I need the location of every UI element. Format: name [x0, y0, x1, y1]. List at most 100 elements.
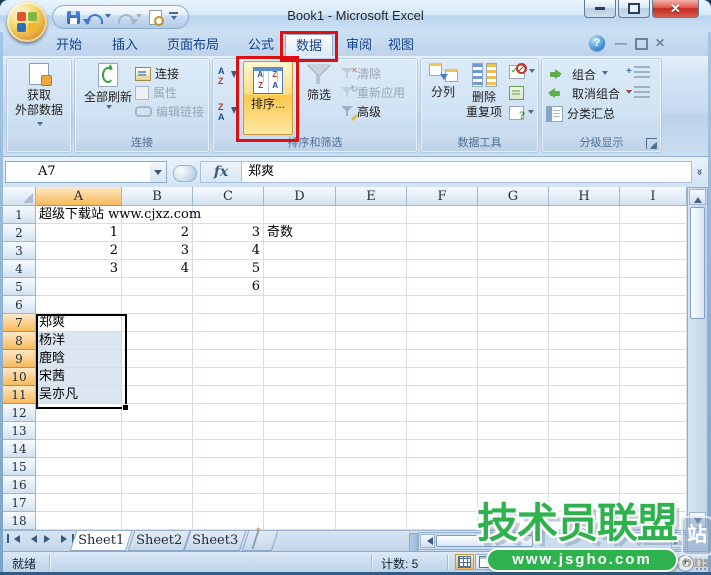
what-if-analysis-button[interactable]: [509, 106, 534, 120]
cell-H7[interactable]: [549, 314, 620, 332]
ungroup-button[interactable]: 取消组合: [543, 85, 632, 102]
cell-E10[interactable]: [336, 368, 407, 386]
text-to-columns-button[interactable]: 分列: [425, 63, 461, 100]
consolidate-button[interactable]: [509, 86, 524, 100]
row-header-8[interactable]: 8: [3, 332, 36, 350]
cell-A2[interactable]: 1: [36, 224, 122, 242]
column-header-I[interactable]: I: [620, 187, 687, 206]
cell-I3[interactable]: [620, 242, 687, 260]
cell-I1[interactable]: [620, 206, 687, 224]
cell-D7[interactable]: [264, 314, 336, 332]
cell-F7[interactable]: [407, 314, 478, 332]
cell-H9[interactable]: [549, 350, 620, 368]
cell-A3[interactable]: 2: [36, 242, 122, 260]
cell-F13[interactable]: [407, 422, 478, 440]
cell-E7[interactable]: [336, 314, 407, 332]
cell-C7[interactable]: [193, 314, 264, 332]
row-header-11[interactable]: 11: [3, 386, 36, 404]
cell-G10[interactable]: [478, 368, 549, 386]
cell-G5[interactable]: [478, 278, 549, 296]
filter-button[interactable]: 筛选: [299, 63, 339, 103]
cell-A5[interactable]: [36, 278, 122, 296]
close-button[interactable]: ✕: [652, 0, 699, 18]
cell-B18[interactable]: [122, 512, 193, 530]
column-header-B[interactable]: B: [122, 187, 193, 206]
formula-input[interactable]: 郑爽: [241, 161, 692, 183]
cell-B9[interactable]: [122, 350, 193, 368]
minimize-button[interactable]: [584, 0, 616, 18]
column-header-F[interactable]: F: [407, 187, 478, 206]
cell-B2[interactable]: 2: [122, 224, 193, 242]
cell-C8[interactable]: [193, 332, 264, 350]
cell-F12[interactable]: [407, 404, 478, 422]
column-header-E[interactable]: E: [336, 187, 407, 206]
cell-A4[interactable]: 3: [36, 260, 122, 278]
cell-A16[interactable]: [36, 476, 122, 494]
cell-B12[interactable]: [122, 404, 193, 422]
cell-B4[interactable]: 4: [122, 260, 193, 278]
workbook-close-icon[interactable]: ✕: [655, 36, 665, 50]
column-header-A[interactable]: A: [36, 187, 122, 206]
cell-A14[interactable]: [36, 440, 122, 458]
row-header-2[interactable]: 2: [3, 224, 36, 242]
cell-H2[interactable]: [549, 224, 620, 242]
cell-E15[interactable]: [336, 458, 407, 476]
row-header-12[interactable]: 12: [3, 404, 36, 422]
cell-C15[interactable]: [193, 458, 264, 476]
formula-bar-splitter[interactable]: [173, 165, 197, 182]
cell-F5[interactable]: [407, 278, 478, 296]
cell-A13[interactable]: [36, 422, 122, 440]
sort-ascending-button[interactable]: AZ: [218, 67, 237, 84]
cell-B16[interactable]: [122, 476, 193, 494]
help-icon[interactable]: ?: [589, 35, 605, 51]
cell-D8[interactable]: [264, 332, 336, 350]
cell-I10[interactable]: [620, 368, 687, 386]
cell-F4[interactable]: [407, 260, 478, 278]
cell-I7[interactable]: [620, 314, 687, 332]
customize-quick-access-icon[interactable]: [169, 12, 178, 23]
tab-视图[interactable]: 视图: [379, 34, 423, 56]
cell-G6[interactable]: [478, 296, 549, 314]
cell-E2[interactable]: [336, 224, 407, 242]
name-box[interactable]: A7: [5, 161, 151, 183]
row-header-14[interactable]: 14: [3, 440, 36, 458]
sheet-tab-Sheet1[interactable]: Sheet1: [70, 531, 132, 551]
cell-A1[interactable]: 超级下载站 www.cjxz.com: [36, 206, 122, 224]
cell-B7[interactable]: [122, 314, 193, 332]
cell-G13[interactable]: [478, 422, 549, 440]
sheet-tab-Sheet3[interactable]: Sheet3: [184, 531, 246, 551]
cell-B13[interactable]: [122, 422, 193, 440]
column-header-G[interactable]: G: [478, 187, 549, 206]
undo-button[interactable]: [87, 10, 111, 24]
dialog-launcher-icon[interactable]: [646, 138, 657, 149]
cell-F17[interactable]: [407, 494, 478, 512]
show-detail-button[interactable]: [634, 66, 650, 79]
cell-B6[interactable]: [122, 296, 193, 314]
cell-H3[interactable]: [549, 242, 620, 260]
cell-C9[interactable]: [193, 350, 264, 368]
row-header-4[interactable]: 4: [3, 260, 36, 278]
column-header-D[interactable]: D: [264, 187, 336, 206]
expand-formula-bar-icon[interactable]: »: [693, 161, 707, 183]
cell-G8[interactable]: [478, 332, 549, 350]
cell-I13[interactable]: [620, 422, 687, 440]
cell-G14[interactable]: [478, 440, 549, 458]
cell-I14[interactable]: [620, 440, 687, 458]
cell-F15[interactable]: [407, 458, 478, 476]
cell-F11[interactable]: [407, 386, 478, 404]
cell-F1[interactable]: [407, 206, 478, 224]
row-header-15[interactable]: 15: [3, 458, 36, 476]
cell-C10[interactable]: [193, 368, 264, 386]
insert-worksheet-tab[interactable]: [242, 531, 278, 551]
cell-H1[interactable]: [549, 206, 620, 224]
cell-D6[interactable]: [264, 296, 336, 314]
cell-E16[interactable]: [336, 476, 407, 494]
cell-E9[interactable]: [336, 350, 407, 368]
cell-H15[interactable]: [549, 458, 620, 476]
tab-插入[interactable]: 插入: [103, 34, 147, 56]
cell-B10[interactable]: [122, 368, 193, 386]
normal-view-button[interactable]: [455, 554, 474, 570]
cell-G7[interactable]: [478, 314, 549, 332]
cell-D17[interactable]: [264, 494, 336, 512]
cell-D5[interactable]: [264, 278, 336, 296]
